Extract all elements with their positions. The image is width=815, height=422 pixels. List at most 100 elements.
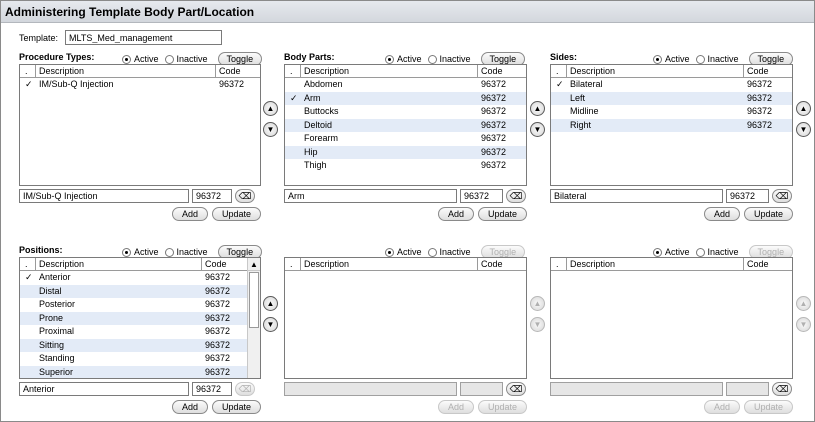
- body-parts-active-radio[interactable]: [385, 54, 394, 64]
- template-input[interactable]: [65, 30, 222, 45]
- move-down-button-bottom-mid[interactable]: ▼: [530, 317, 545, 332]
- template-label: Template:: [19, 33, 59, 43]
- procedure-types-active-radio[interactable]: [122, 54, 131, 64]
- empty-right-clear-button[interactable]: ⌫: [772, 382, 792, 396]
- empty-right-inactive-radio[interactable]: [695, 247, 705, 257]
- column-header-code: Code: [481, 66, 503, 76]
- table-row[interactable]: Proximal 96372: [20, 325, 248, 339]
- table-row[interactable]: Abdomen 96372: [285, 78, 526, 92]
- move-up-button-bottom-right[interactable]: ▲: [796, 296, 811, 311]
- sides-description-input[interactable]: [550, 189, 723, 203]
- move-up-button-bottom-mid[interactable]: ▲: [530, 296, 545, 311]
- row-check-mark: [20, 325, 36, 339]
- sides-code-input[interactable]: [726, 189, 769, 203]
- procedure-types-description-input[interactable]: [19, 189, 189, 203]
- move-up-button-bottom-left[interactable]: ▲: [263, 296, 278, 311]
- positions-grid: . Description Code ✓ Anterior 96372 Dist…: [19, 257, 261, 379]
- move-down-button-top-mid[interactable]: ▼: [530, 122, 545, 137]
- table-row[interactable]: ✓ Arm 96372: [285, 91, 526, 105]
- empty-center-clear-button[interactable]: ⌫: [506, 382, 526, 396]
- positions-update-button[interactable]: Update: [211, 400, 261, 414]
- procedure-types-inactive-radio[interactable]: [164, 54, 174, 64]
- move-down-button-top-left[interactable]: ▼: [263, 122, 278, 137]
- table-row[interactable]: Deltoid 96372: [285, 118, 526, 132]
- move-down-button-bottom-right[interactable]: ▼: [796, 317, 811, 332]
- scroll-thumb[interactable]: [249, 272, 259, 328]
- empty-right-actions: Add Update: [700, 400, 793, 414]
- table-row[interactable]: Distal 96372: [20, 284, 248, 298]
- positions-scrollbar[interactable]: ▲: [247, 258, 260, 378]
- empty-right-grid-header: . Description Code: [551, 258, 792, 271]
- table-row[interactable]: Forearm 96372: [285, 132, 526, 146]
- table-row[interactable]: Right 96372: [551, 118, 792, 132]
- move-down-button-bottom-left[interactable]: ▼: [263, 317, 278, 332]
- sides-update-button[interactable]: Update: [743, 207, 793, 221]
- row-description: Thigh: [304, 160, 327, 170]
- empty-right-active-radio[interactable]: [653, 247, 662, 257]
- empty-right-code-input[interactable]: [726, 382, 769, 396]
- sides-add-button[interactable]: Add: [703, 207, 740, 221]
- empty-center-actions: Add Update: [434, 400, 527, 414]
- table-row[interactable]: Buttocks 96372: [285, 105, 526, 119]
- row-code: 96372: [481, 146, 507, 157]
- sides-grid-header: . Description Code: [551, 65, 792, 78]
- body-parts-inactive-radio[interactable]: [427, 54, 437, 64]
- empty-right-inactive-label: Inactive: [707, 247, 739, 257]
- positions-code-input[interactable]: [192, 382, 232, 396]
- sides-actions: Add Update: [700, 207, 793, 221]
- empty-center-inactive-radio[interactable]: [427, 247, 437, 257]
- table-row[interactable]: Midline 96372: [551, 105, 792, 119]
- positions-inactive-radio[interactable]: [164, 247, 174, 257]
- procedure-types-code-input[interactable]: [192, 189, 232, 203]
- empty-center-add-button[interactable]: Add: [437, 400, 474, 414]
- empty-center-description-input[interactable]: [284, 382, 457, 396]
- table-row[interactable]: Sitting 96372: [20, 338, 248, 352]
- row-code: 96372: [481, 119, 507, 130]
- empty-center-active-radio[interactable]: [385, 247, 394, 257]
- scroll-up-icon[interactable]: ▲: [248, 258, 260, 271]
- body-parts-code-input[interactable]: [460, 189, 503, 203]
- procedure-types-add-button[interactable]: Add: [171, 207, 208, 221]
- column-header-code: Code: [219, 66, 241, 76]
- body-parts-add-button[interactable]: Add: [437, 207, 474, 221]
- body-parts-clear-button[interactable]: ⌫: [506, 189, 526, 203]
- table-row[interactable]: ✓ IM/Sub-Q Injection 96372: [20, 78, 260, 92]
- empty-right-description-input[interactable]: [550, 382, 723, 396]
- row-check-mark: ✓: [290, 92, 298, 103]
- sides-inactive-radio[interactable]: [695, 54, 705, 64]
- table-row[interactable]: ✓ Bilateral 96372: [551, 78, 792, 92]
- table-row[interactable]: Hip 96372: [285, 145, 526, 159]
- row-description: Anterior: [39, 272, 71, 282]
- table-row[interactable]: Superior 96372: [20, 365, 248, 378]
- positions-actions: Add Update: [168, 400, 261, 414]
- procedure-types-update-button[interactable]: Update: [211, 207, 261, 221]
- move-up-button-top-right[interactable]: ▲: [796, 101, 811, 116]
- move-up-button-top-mid[interactable]: ▲: [530, 101, 545, 116]
- positions-description-input[interactable]: [19, 382, 189, 396]
- positions-clear-button[interactable]: ⌫: [235, 382, 255, 396]
- table-row[interactable]: Posterior 96372: [20, 298, 248, 312]
- row-description: Buttocks: [304, 106, 339, 116]
- body-parts-update-button[interactable]: Update: [477, 207, 527, 221]
- row-description: Left: [570, 92, 586, 103]
- body-parts-description-input[interactable]: [284, 189, 457, 203]
- move-up-button-top-left[interactable]: ▲: [263, 101, 278, 116]
- empty-center-update-button[interactable]: Update: [477, 400, 527, 414]
- table-row[interactable]: Standing 96372: [20, 352, 248, 366]
- positions-active-radio[interactable]: [122, 247, 131, 257]
- empty-center-code-input[interactable]: [460, 382, 503, 396]
- positions-add-button[interactable]: Add: [171, 400, 208, 414]
- row-code: 96372: [747, 106, 773, 116]
- row-check-mark: [285, 159, 301, 173]
- sides-active-radio[interactable]: [653, 54, 662, 64]
- procedure-types-active-label: Active: [134, 54, 159, 64]
- sides-clear-button[interactable]: ⌫: [772, 189, 792, 203]
- empty-right-add-button[interactable]: Add: [703, 400, 740, 414]
- table-row[interactable]: Prone 96372: [20, 311, 248, 325]
- empty-right-update-button[interactable]: Update: [743, 400, 793, 414]
- table-row[interactable]: ✓ Anterior 96372: [20, 271, 248, 285]
- move-down-button-top-right[interactable]: ▼: [796, 122, 811, 137]
- table-row[interactable]: Left 96372: [551, 91, 792, 105]
- procedure-types-clear-button[interactable]: ⌫: [235, 189, 255, 203]
- table-row[interactable]: Thigh 96372: [285, 159, 526, 173]
